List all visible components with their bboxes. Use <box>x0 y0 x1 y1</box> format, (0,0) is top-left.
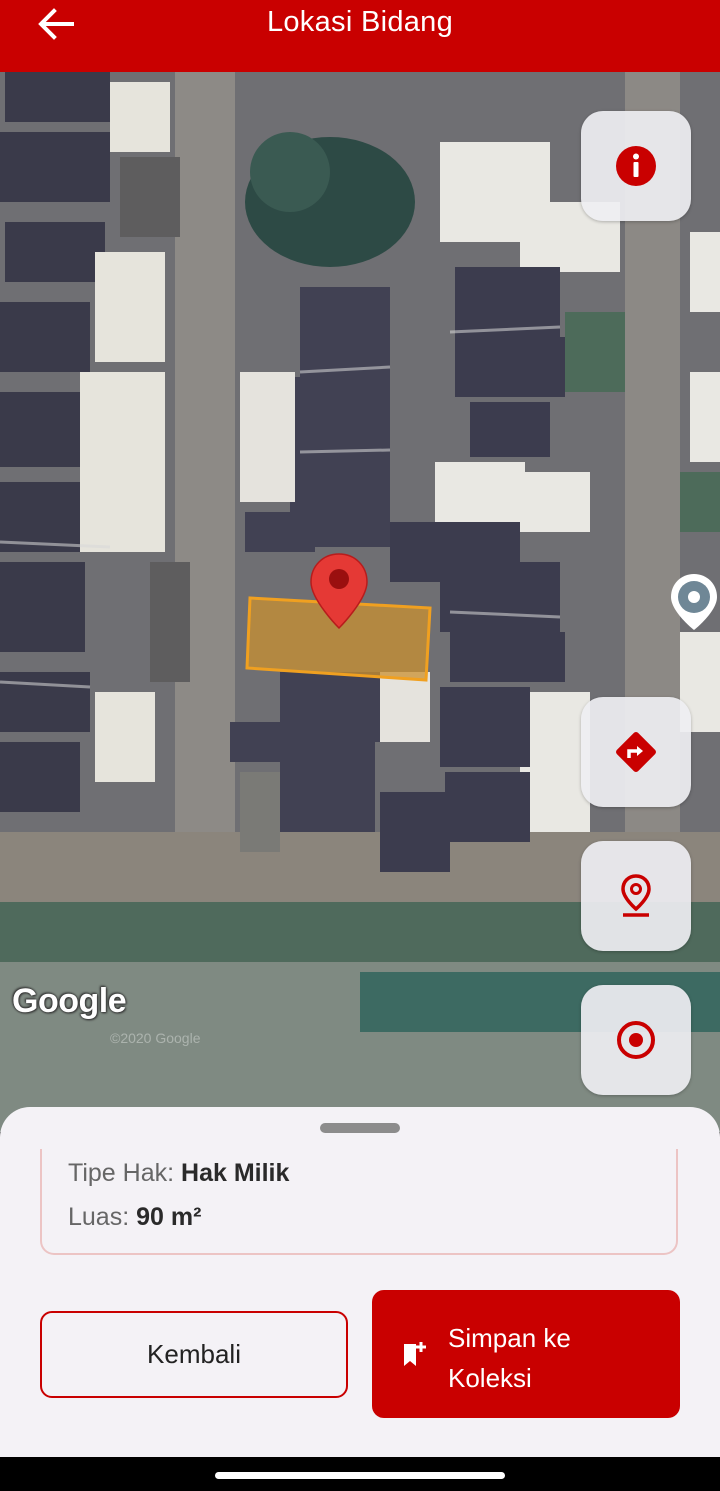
app-bar: Lokasi Bidang <box>0 0 720 72</box>
parcel-info-card: Tipe Hak: Hak Milik Luas: 90 m² <box>40 1149 678 1255</box>
detail-bottom-sheet[interactable]: Tipe Hak: Hak Milik Luas: 90 m² Kembali … <box>0 1107 720 1457</box>
save-label-line2: Koleksi <box>448 1363 532 1393</box>
my-location-button[interactable] <box>581 985 691 1095</box>
luas-label: Luas: <box>68 1203 130 1231</box>
back-button-label: Kembali <box>147 1339 241 1369</box>
info-button[interactable] <box>581 111 691 221</box>
save-button-label: Simpan ke Koleksi <box>448 1318 648 1398</box>
parcel-pin-icon[interactable] <box>309 552 369 632</box>
luas-value: 90 m² <box>136 1203 202 1231</box>
my-location-icon <box>617 1021 655 1059</box>
google-logo: Google <box>12 982 127 1020</box>
save-to-collection-button[interactable]: Simpan ke Koleksi <box>372 1290 680 1418</box>
satellite-map[interactable]: Google ©2020 Google <box>0 72 720 1132</box>
directions-icon <box>616 732 656 772</box>
info-icon <box>616 146 656 186</box>
system-nav-bar <box>0 1457 720 1491</box>
directions-button[interactable] <box>581 697 691 807</box>
location-pin-button[interactable] <box>581 841 691 951</box>
save-label-line1: Simpan ke <box>448 1323 571 1353</box>
tipe-hak-label: Tipe Hak: <box>68 1159 175 1187</box>
page-title: Lokasi Bidang <box>266 6 454 38</box>
tipe-hak-value: Hak Milik <box>181 1159 290 1187</box>
bookmark-add-icon <box>404 1342 426 1366</box>
location-pin-icon <box>621 874 651 917</box>
location-marker-icon[interactable] <box>668 572 720 632</box>
sheet-drag-handle[interactable] <box>320 1123 400 1133</box>
back-to-previous-button[interactable]: Kembali <box>40 1311 348 1398</box>
tipe-hak-row: Tipe Hak: Hak Milik <box>68 1159 289 1188</box>
map-copyright: ©2020 Google <box>110 1030 201 1046</box>
luas-row: Luas: 90 m² <box>68 1203 201 1232</box>
home-indicator[interactable] <box>215 1472 505 1479</box>
